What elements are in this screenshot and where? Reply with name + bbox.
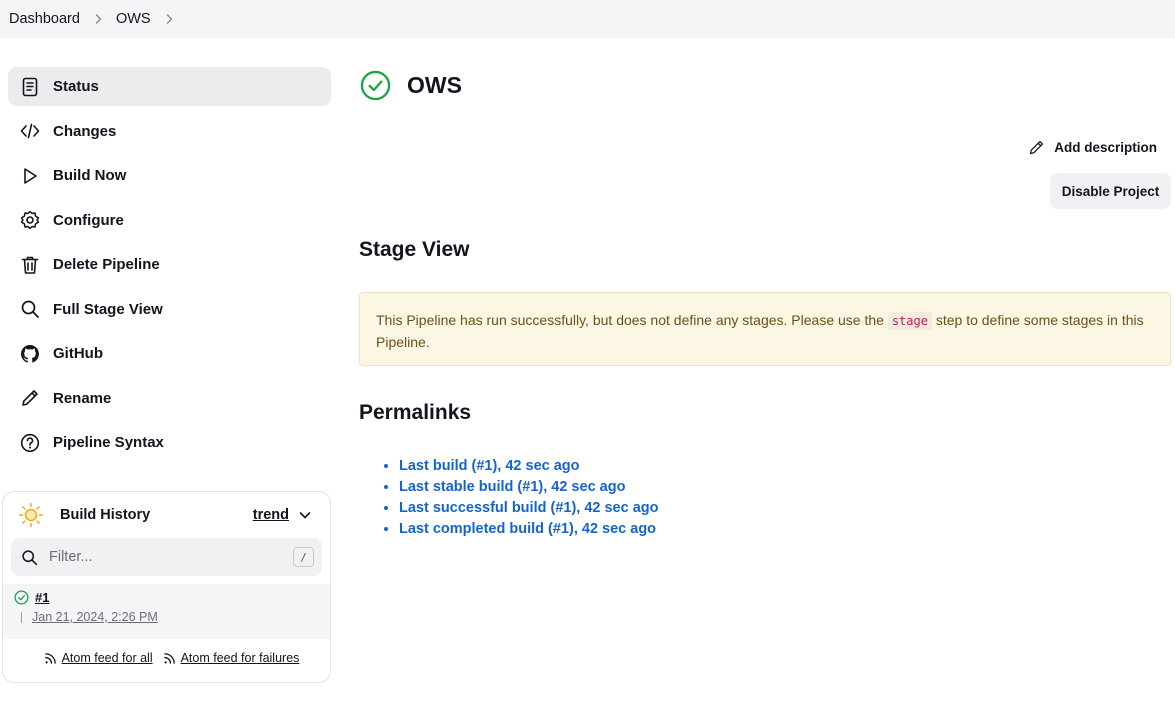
sidebar-item-label: Status	[53, 78, 99, 95]
sidebar-item-pipeline-syntax[interactable]: Pipeline Syntax	[8, 423, 331, 462]
breadcrumb-dashboard[interactable]: Dashboard	[9, 11, 80, 27]
stage-view-heading: Stage View	[359, 238, 470, 261]
atom-feed-failures-link[interactable]: Atom feed for failures	[181, 651, 300, 665]
build-history-panel: Build History trend / #1 Jan 21, 2024, 2…	[2, 491, 331, 683]
sidebar-item-label: Build Now	[53, 167, 127, 184]
sidebar-item-label: Rename	[53, 389, 112, 407]
github-icon	[19, 343, 41, 365]
success-check-icon	[14, 590, 29, 605]
sidebar-item-label: Pipeline Syntax	[53, 434, 164, 451]
sidebar-item-rename[interactable]: Rename	[8, 379, 331, 418]
sidebar-item-full-stage-view[interactable]: Full Stage View	[8, 290, 331, 329]
sidebar-item-github[interactable]: GitHub	[8, 334, 331, 373]
search-icon	[22, 549, 38, 565]
build-number-link[interactable]: #1	[35, 590, 49, 605]
feed-failures[interactable]: Atom feed for failures	[163, 651, 300, 665]
sun-icon	[18, 502, 44, 528]
sidebar: Status Changes Build Now Configure Delet…	[8, 67, 331, 468]
feed-all[interactable]: Atom feed for all	[44, 651, 153, 665]
permalinks-list: Last build (#1), 42 sec ago Last stable …	[381, 456, 659, 540]
add-description-button[interactable]: Add description	[1028, 139, 1157, 156]
permalink-last-build[interactable]: Last build (#1), 42 sec ago	[399, 458, 580, 474]
pencil-icon	[19, 387, 41, 409]
permalink-last-completed-build[interactable]: Last completed build (#1), 42 sec ago	[399, 521, 656, 537]
permalink-last-stable-build[interactable]: Last stable build (#1), 42 sec ago	[399, 479, 625, 495]
chevron-down-icon	[299, 512, 311, 519]
sidebar-item-status[interactable]: Status	[8, 67, 331, 106]
add-description-label: Add description	[1054, 140, 1157, 155]
chevron-right-icon	[93, 13, 103, 25]
help-icon	[19, 432, 41, 454]
breadcrumb-ows[interactable]: OWS	[116, 11, 151, 27]
shortcut-hint: /	[293, 547, 314, 567]
sidebar-item-build-now[interactable]: Build Now	[8, 156, 331, 195]
sidebar-item-label: GitHub	[53, 345, 103, 362]
page-title: OWS	[360, 70, 462, 101]
list-item: Last stable build (#1), 42 sec ago	[399, 477, 659, 498]
search-icon	[19, 298, 41, 320]
breadcrumb: Dashboard OWS	[0, 0, 1175, 38]
build-filter: /	[11, 538, 322, 576]
code-icon	[19, 120, 41, 142]
rss-icon	[163, 652, 175, 664]
atom-feeds: Atom feed for all Atom feed for failures	[3, 651, 330, 665]
build-divider	[21, 611, 22, 623]
rss-icon	[44, 652, 56, 664]
sidebar-item-configure[interactable]: Configure	[8, 201, 331, 240]
permalinks-heading: Permalinks	[359, 401, 472, 424]
build-filter-input[interactable]	[49, 549, 293, 565]
build-date-link[interactable]: Jan 21, 2024, 2:26 PM	[32, 610, 158, 624]
build-history-title: Build History	[60, 507, 151, 523]
document-icon	[19, 76, 41, 98]
sidebar-item-label: Delete Pipeline	[53, 256, 160, 273]
play-icon	[19, 165, 41, 187]
sidebar-item-delete-pipeline[interactable]: Delete Pipeline	[8, 245, 331, 284]
project-name: OWS	[407, 72, 462, 98]
pencil-icon	[1030, 140, 1044, 155]
sidebar-item-label: Configure	[53, 211, 124, 229]
sidebar-item-label: Full Stage View	[53, 300, 163, 318]
gear-icon	[19, 209, 41, 231]
notice-text-before: This Pipeline has run successfully, but …	[376, 312, 888, 328]
trend-link[interactable]: trend	[253, 507, 289, 523]
success-check-icon	[360, 70, 391, 101]
build-history-header: Build History trend	[3, 492, 330, 538]
disable-project-button[interactable]: Disable Project	[1050, 173, 1171, 209]
list-item: Last completed build (#1), 42 sec ago	[399, 519, 659, 540]
notice-code: stage	[887, 312, 932, 330]
sidebar-item-changes[interactable]: Changes	[8, 112, 331, 151]
atom-feed-all-link[interactable]: Atom feed for all	[62, 651, 153, 665]
list-item: Last build (#1), 42 sec ago	[399, 456, 659, 477]
stage-view-notice: This Pipeline has run successfully, but …	[359, 292, 1171, 366]
build-entry[interactable]: #1 Jan 21, 2024, 2:26 PM	[3, 584, 330, 639]
list-item: Last successful build (#1), 42 sec ago	[399, 498, 659, 519]
permalink-last-successful-build[interactable]: Last successful build (#1), 42 sec ago	[399, 500, 659, 516]
sidebar-item-label: Changes	[53, 122, 117, 140]
trash-icon	[19, 254, 41, 276]
trend-dropdown[interactable]: trend	[253, 507, 311, 523]
chevron-right-icon[interactable]	[164, 13, 174, 25]
